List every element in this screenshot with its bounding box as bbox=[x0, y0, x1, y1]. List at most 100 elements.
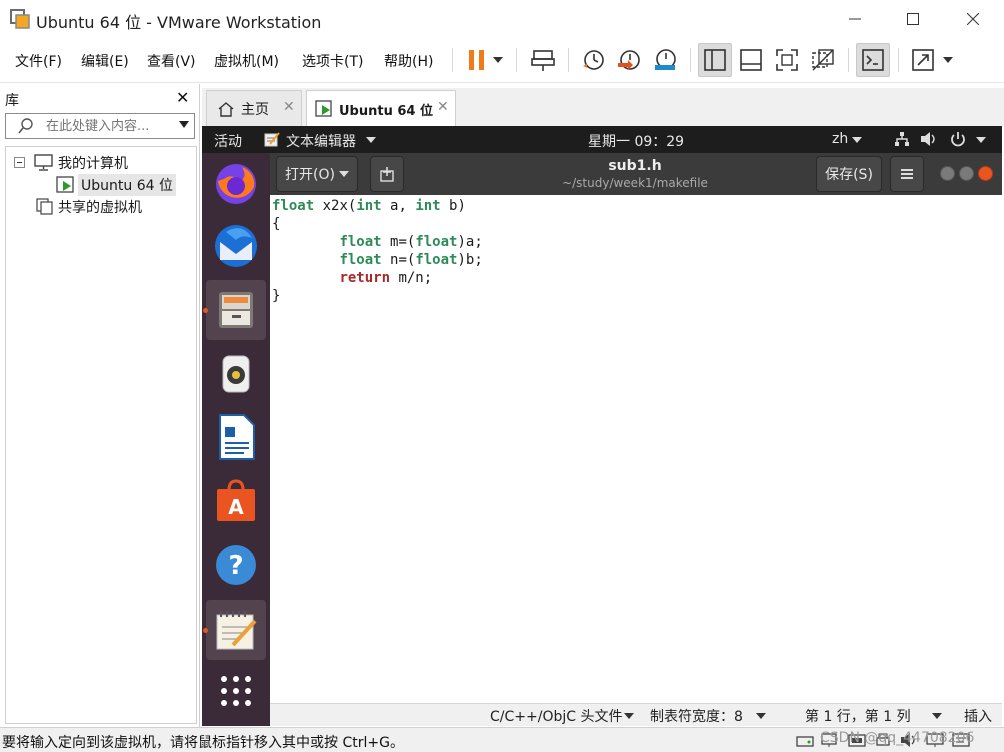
minimize-button[interactable] bbox=[826, 0, 884, 38]
dock-text-editor[interactable] bbox=[206, 600, 266, 660]
save-button[interactable]: 保存(S) bbox=[816, 156, 882, 192]
code-line-6: } bbox=[272, 288, 281, 304]
power-dropdown-button[interactable] bbox=[486, 43, 510, 77]
menu-vm[interactable]: 虚拟机(M) bbox=[214, 51, 279, 71]
code-line-2: { bbox=[272, 216, 281, 232]
revert-clock-icon bbox=[618, 50, 640, 70]
gedit-minimize-button[interactable] bbox=[940, 166, 955, 181]
tree-label-my-computer: 我的计算机 bbox=[58, 156, 128, 172]
running-indicator-icon bbox=[203, 308, 208, 313]
home-icon bbox=[218, 102, 234, 117]
gedit-close-button[interactable] bbox=[978, 166, 993, 181]
clock[interactable]: 星期一 09：29 bbox=[588, 131, 684, 151]
volume-icon[interactable] bbox=[920, 131, 938, 147]
chevron-down-icon bbox=[338, 171, 349, 177]
toolbar-separator bbox=[690, 48, 691, 72]
code-editor[interactable]: float x2x(int a, int b) { float m=(float… bbox=[270, 197, 1002, 703]
library-layout-icon bbox=[704, 49, 726, 71]
menu-help[interactable]: 帮助(H) bbox=[384, 51, 433, 71]
new-tab-button[interactable] bbox=[370, 156, 404, 192]
hamburger-menu-button[interactable] bbox=[890, 156, 924, 192]
power-icon[interactable] bbox=[950, 131, 966, 147]
dock-thunderbird[interactable] bbox=[206, 216, 266, 276]
language-selector[interactable]: C/C++/ObjC 头文件 bbox=[490, 706, 622, 726]
shared-vms-icon bbox=[36, 198, 53, 215]
tree-item-my-computer[interactable]: 我的计算机 bbox=[14, 152, 128, 174]
maximize-icon bbox=[907, 13, 919, 25]
writer-document-icon bbox=[219, 414, 255, 460]
insert-mode[interactable]: 插入 bbox=[964, 706, 992, 726]
gedit-status-bar: C/C++/ObjC 头文件 制表符宽度：8 第 1 行，第 1 列 插入 bbox=[270, 703, 1002, 726]
tree-item-ubuntu-vm[interactable]: Ubuntu 64 位 bbox=[56, 174, 176, 196]
document-path: ~/study/week1/makefile bbox=[562, 176, 708, 190]
dock-files[interactable] bbox=[206, 280, 266, 340]
tab-width-selector[interactable]: 制表符宽度：8 bbox=[650, 706, 743, 726]
vmware-logo-icon bbox=[10, 9, 30, 29]
unity-mode-button[interactable] bbox=[806, 43, 840, 77]
collapse-icon[interactable] bbox=[14, 157, 26, 169]
full-screen-button[interactable] bbox=[770, 43, 804, 77]
search-dropdown-icon[interactable] bbox=[179, 121, 189, 128]
network-icon[interactable] bbox=[894, 131, 910, 147]
app-menu[interactable]: 文本编辑器 bbox=[286, 131, 356, 151]
tab-home[interactable]: 主页 ✕ bbox=[206, 90, 302, 126]
menu-file[interactable]: 文件(F) bbox=[15, 51, 62, 71]
snapshot-manager-button[interactable] bbox=[648, 43, 682, 77]
open-button[interactable]: 打开(O) bbox=[276, 156, 358, 192]
close-tab-home-icon[interactable]: ✕ bbox=[283, 99, 295, 115]
activities-button[interactable]: 活动 bbox=[214, 131, 242, 151]
snapshot-button[interactable] bbox=[576, 43, 610, 77]
stretch-guest-button[interactable] bbox=[906, 43, 940, 77]
close-window-button[interactable] bbox=[944, 0, 1002, 38]
new-document-icon bbox=[380, 167, 394, 182]
console-view-button[interactable] bbox=[856, 43, 890, 77]
chevron-down-icon bbox=[493, 57, 503, 63]
dock-show-applications[interactable] bbox=[206, 661, 266, 721]
document-title: sub1.h bbox=[608, 158, 662, 174]
toolbar-separator bbox=[452, 48, 453, 72]
show-library-button[interactable] bbox=[698, 43, 732, 77]
send-ctrl-alt-del-button[interactable] bbox=[526, 43, 560, 77]
menu-view[interactable]: 查看(V) bbox=[147, 51, 196, 71]
tree-label-shared-vms: 共享的虚拟机 bbox=[58, 200, 142, 216]
menu-toolbar: 文件(F) 编辑(E) 查看(V) 虚拟机(M) 选项卡(T) 帮助(H) bbox=[0, 38, 1004, 83]
save-button-label: 保存(S) bbox=[825, 167, 873, 183]
stretch-dropdown-button[interactable] bbox=[936, 43, 960, 77]
input-hint-message: 要将输入定向到该虚拟机，请将鼠标指针移入其中或按 Ctrl+G。 bbox=[2, 735, 404, 751]
close-tab-ubuntu-icon[interactable]: ✕ bbox=[437, 99, 449, 115]
app-grid-icon bbox=[221, 676, 251, 706]
menu-edit[interactable]: 编辑(E) bbox=[81, 51, 129, 71]
toolbar-separator bbox=[568, 48, 569, 72]
input-method-indicator[interactable]: zh bbox=[832, 131, 848, 147]
library-search-box[interactable] bbox=[5, 113, 195, 139]
dock-firefox[interactable] bbox=[206, 153, 266, 213]
vm-console[interactable]: 活动 文本编辑器 星期一 09：29 zh A ? 打开(O) sub1.h ~… bbox=[202, 126, 1002, 726]
fullscreen-icon bbox=[776, 49, 798, 71]
files-cabinet-icon bbox=[219, 292, 253, 328]
text-editor-icon bbox=[216, 611, 257, 650]
library-title: 库 bbox=[5, 93, 19, 109]
window-title: Ubuntu 64 位 - VMware Workstation bbox=[36, 13, 322, 32]
dock-software-center[interactable]: A bbox=[206, 471, 266, 531]
search-icon bbox=[18, 118, 33, 134]
thumbnail-bar-button[interactable] bbox=[734, 43, 768, 77]
dock-libreoffice-writer[interactable] bbox=[206, 407, 266, 467]
running-indicator-icon bbox=[203, 628, 208, 633]
close-icon bbox=[967, 13, 979, 25]
hard-disk-icon[interactable] bbox=[796, 732, 814, 748]
tab-ubuntu-vm[interactable]: Ubuntu 64 位 ✕ bbox=[306, 90, 456, 127]
firefox-icon bbox=[216, 164, 256, 204]
close-library-button[interactable]: ✕ bbox=[176, 88, 189, 107]
cursor-position[interactable]: 第 1 行，第 1 列 bbox=[805, 706, 911, 726]
library-search-input[interactable] bbox=[46, 117, 170, 135]
tree-item-shared-vms[interactable]: 共享的虚拟机 bbox=[36, 196, 142, 218]
revert-snapshot-button[interactable] bbox=[612, 43, 646, 77]
snapshot-manager-icon bbox=[655, 49, 676, 70]
menu-tabs[interactable]: 选项卡(T) bbox=[302, 51, 363, 71]
dock-rhythmbox[interactable] bbox=[206, 344, 266, 404]
gedit-maximize-button[interactable] bbox=[959, 166, 974, 181]
help-icon: ? bbox=[216, 545, 256, 585]
maximize-button[interactable] bbox=[884, 0, 942, 38]
dock-help[interactable]: ? bbox=[206, 535, 266, 595]
terminal-icon bbox=[862, 49, 884, 71]
